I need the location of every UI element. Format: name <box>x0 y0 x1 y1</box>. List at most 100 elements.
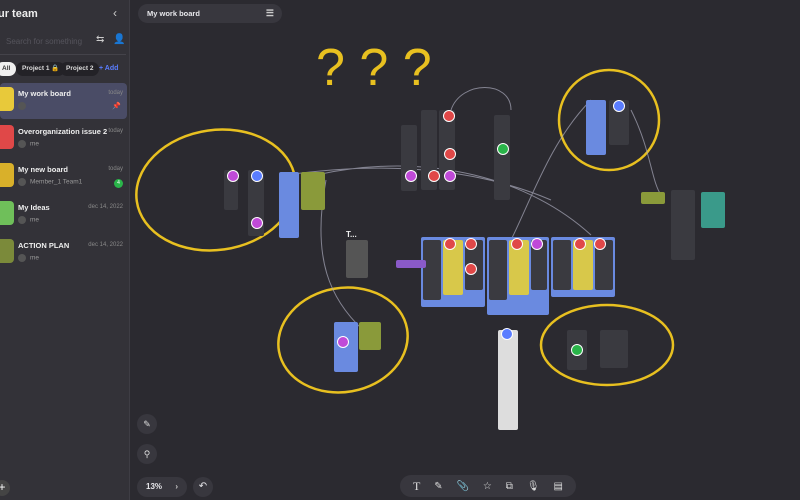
zoom-level: 13% <box>146 482 163 491</box>
board-card[interactable] <box>279 172 299 238</box>
board-name: My work board <box>18 89 71 98</box>
microphone-icon[interactable]: 🎙 <box>527 481 540 492</box>
board-thumbnail <box>0 125 14 149</box>
board-card[interactable] <box>641 192 665 204</box>
board-name: My new board <box>18 165 69 174</box>
board-owner: me <box>18 216 39 224</box>
divider <box>0 54 126 55</box>
board-list-item[interactable]: My work board today 📌 <box>0 83 127 119</box>
board-card[interactable] <box>701 192 725 228</box>
create-board-button[interactable]: + <box>0 480 10 496</box>
owner-name: me <box>30 216 40 224</box>
reaction-icon[interactable] <box>337 336 349 348</box>
board-thumbnail <box>0 163 14 187</box>
avatar <box>18 140 26 148</box>
reaction-icon[interactable] <box>574 238 586 250</box>
avatar <box>18 178 26 186</box>
reaction-icon[interactable] <box>465 238 477 250</box>
reaction-icon[interactable] <box>405 170 417 182</box>
board-title: My work board <box>147 9 200 18</box>
reaction-icon[interactable] <box>443 110 455 122</box>
board-date: today <box>108 166 123 172</box>
search-input[interactable] <box>0 32 92 50</box>
annotations-layer: ? ? ? <box>135 39 675 394</box>
board-list-item[interactable]: ACTION PLAN dec 14, 2022 me <box>0 235 127 271</box>
chevron-right-icon[interactable]: › <box>175 477 178 497</box>
board-card[interactable] <box>600 330 628 368</box>
owner-name: me <box>30 254 40 262</box>
pin-icon[interactable]: 📌 <box>112 102 121 110</box>
board-card[interactable] <box>498 330 518 430</box>
chip-project-2[interactable]: Project 2 <box>60 62 100 76</box>
reaction-icon[interactable] <box>497 143 509 155</box>
owner-name: me <box>30 140 40 148</box>
reaction-icon[interactable] <box>428 170 440 182</box>
filter-icon[interactable]: ⇆ <box>96 34 104 45</box>
board-title-bar[interactable]: My work board ☰ <box>138 4 282 23</box>
avatar <box>18 216 26 224</box>
sidebar: ur team ‹ ⇆ 👤 All Project 1 🔒 Project 2 … <box>0 0 130 500</box>
add-user-icon[interactable]: 👤 <box>113 34 125 45</box>
board-card[interactable] <box>494 115 510 200</box>
board-card[interactable] <box>553 240 571 290</box>
board-card[interactable] <box>423 240 441 300</box>
reaction-icon[interactable] <box>251 217 263 229</box>
reaction-icon[interactable] <box>465 263 477 275</box>
reaction-icon[interactable] <box>501 328 513 340</box>
collapse-sidebar-button[interactable]: ‹ <box>113 6 117 20</box>
board-date: today <box>108 128 123 134</box>
owner-name: Member_1 Team1 <box>30 178 83 186</box>
board-canvas[interactable]: ? ? ? T... <box>131 0 800 470</box>
board-card[interactable] <box>346 240 368 278</box>
board-name: ACTION PLAN <box>18 241 70 250</box>
board-card[interactable] <box>301 172 325 210</box>
board-thumbnail <box>0 239 14 263</box>
reaction-icon[interactable] <box>571 344 583 356</box>
reaction-icon[interactable] <box>511 238 523 250</box>
board-date: dec 14, 2022 <box>88 204 123 210</box>
highlight-circle <box>135 128 297 252</box>
board-list-item[interactable]: Overorganization issue 2 today me <box>0 121 127 157</box>
board-card[interactable] <box>396 260 426 268</box>
add-project-button[interactable]: + Add <box>99 62 118 76</box>
board-list-item[interactable]: My Ideas dec 14, 2022 me <box>0 197 127 233</box>
text-tool-icon[interactable]: T <box>413 479 420 494</box>
board-name: My Ideas <box>18 203 50 212</box>
reaction-icon[interactable] <box>531 238 543 250</box>
star-icon[interactable]: ☆ <box>483 481 492 492</box>
team-title: ur team <box>0 8 38 20</box>
board-list-item[interactable]: My new board today Member_1 Team1 4 <box>0 159 127 195</box>
reaction-icon[interactable] <box>613 100 625 112</box>
board-card[interactable] <box>671 190 695 260</box>
reaction-icon[interactable] <box>444 238 456 250</box>
pencil-icon[interactable]: ✎ <box>434 481 442 492</box>
menu-icon[interactable]: ☰ <box>266 4 274 23</box>
board-owner <box>18 102 30 110</box>
reaction-icon[interactable] <box>444 148 456 160</box>
reaction-icon[interactable] <box>594 238 606 250</box>
marker-tool-button[interactable]: ⚲ <box>137 444 157 464</box>
notification-badge: 4 <box>114 179 123 188</box>
frame-label: T... <box>346 230 357 239</box>
board-thumbnail <box>0 201 14 225</box>
reaction-icon[interactable] <box>251 170 263 182</box>
copy-icon[interactable]: ⧉ <box>506 481 513 492</box>
chip-all[interactable]: All <box>0 62 17 76</box>
chip-project-1[interactable]: Project 1 🔒 <box>16 62 66 76</box>
board-owner: Member_1 Team1 <box>18 178 82 186</box>
board-card[interactable] <box>359 322 381 350</box>
note-icon[interactable]: ▤ <box>553 481 562 492</box>
pen-tool-button[interactable]: ✎ <box>137 414 157 434</box>
attachment-icon[interactable]: 📎 <box>457 481 469 492</box>
board-card[interactable] <box>586 100 606 155</box>
board-name: Overorganization issue 2 <box>18 127 108 136</box>
reaction-icon[interactable] <box>444 170 456 182</box>
board-card[interactable] <box>489 240 507 300</box>
board-date: dec 14, 2022 <box>88 242 123 248</box>
board-owner: me <box>18 254 39 262</box>
zoom-control[interactable]: 13% › <box>137 477 187 497</box>
board-date: today <box>108 90 123 96</box>
reaction-icon[interactable] <box>227 170 239 182</box>
bottom-toolbar: T ✎ 📎 ☆ ⧉ 🎙 ▤ <box>400 475 576 497</box>
undo-button[interactable]: ↶ <box>193 477 213 497</box>
